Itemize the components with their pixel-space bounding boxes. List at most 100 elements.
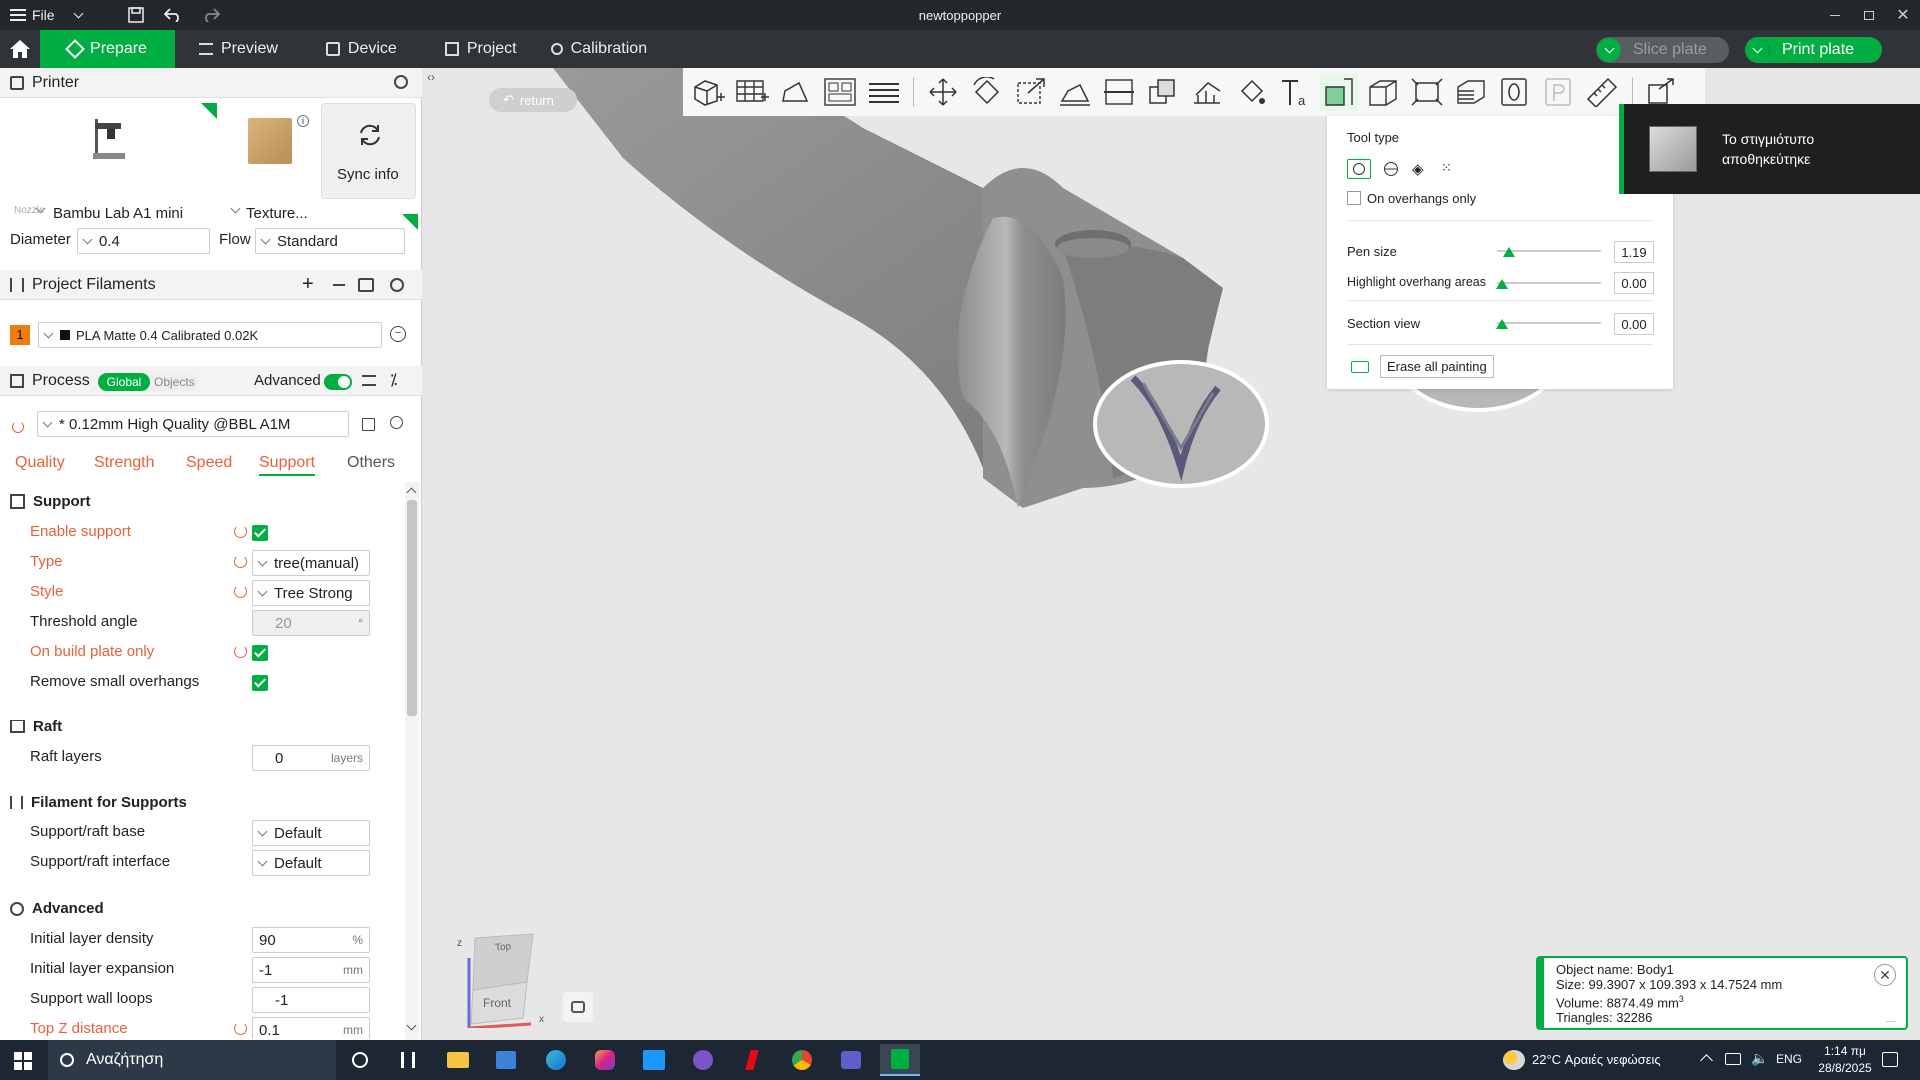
global-toggle-option[interactable]: Global [98,373,150,391]
clock-time[interactable]: 1:14 πμ [1817,1044,1873,1058]
network-icon[interactable] [1725,1053,1741,1065]
color-painting-icon[interactable] [1232,73,1270,111]
instagram-icon[interactable] [585,1044,625,1076]
scroll-up-icon[interactable] [406,487,417,498]
return-button[interactable]: ↶ return [489,88,577,112]
tab-quality[interactable]: Quality [15,454,65,472]
seam-painting-icon[interactable] [1320,73,1358,111]
weather-text[interactable]: 22°C Αραιές νεφώσεις [1532,1052,1661,1067]
arrange-icon[interactable] [821,73,859,111]
tab-device[interactable]: Device [302,30,421,68]
cut-icon[interactable] [1100,73,1138,111]
teams-icon[interactable] [831,1044,871,1076]
file-dropdown-chevron-icon[interactable] [65,0,100,30]
process-preset-select[interactable]: * 0.12mm High Quality @BBL A1M [37,411,349,437]
microsoft-store-icon[interactable] [486,1044,526,1076]
settings-scrollbar[interactable] [405,482,419,1040]
scroll-down-icon[interactable] [406,1020,417,1031]
pen-size-slider-knob[interactable] [1503,247,1516,257]
global-objects-toggle[interactable]: Global Objects [98,373,198,391]
rotate-icon[interactable] [968,73,1006,111]
slice-dropdown-icon[interactable] [1597,38,1621,62]
minimize-icon[interactable] [1818,0,1852,30]
build-plate-only-reset-icon[interactable] [234,645,247,658]
widgets-icon[interactable] [388,1044,428,1076]
scale-icon[interactable] [1012,73,1050,111]
printer-settings-gear-icon[interactable] [394,75,408,89]
circle-tool-icon[interactable] [1347,159,1371,179]
windows-start-icon[interactable] [14,1052,32,1070]
tab-others[interactable]: Others [347,454,395,472]
add-object-icon[interactable] [689,73,727,111]
save-icon[interactable] [118,0,154,30]
filament-list-item[interactable]: 1 PLA Matte 0.4 Calibrated 0.02K – [10,322,412,350]
slice-plate-button[interactable]: Slice plate [1596,37,1729,63]
initial-layer-density-input[interactable]: 90% [252,927,370,953]
edge-browser-icon[interactable] [536,1044,576,1076]
plate-zero-icon[interactable] [1496,73,1534,111]
file-explorer-icon[interactable] [438,1044,478,1076]
viber-icon[interactable] [683,1044,723,1076]
plate-card[interactable]: i Texture... [220,103,313,229]
highlight-overhang-slider-knob[interactable] [1496,279,1509,289]
home-icon[interactable] [0,30,40,68]
erase-all-painting-button[interactable]: Erase all painting [1380,355,1494,378]
filament-sync-icon[interactable] [358,278,374,292]
tab-preview[interactable]: Preview [175,30,302,68]
support-raft-base-select[interactable]: Default [252,820,370,846]
support-type-reset-icon[interactable] [234,555,247,568]
threshold-angle-input[interactable]: 20 ° [252,610,370,636]
enable-support-checkbox[interactable] [252,525,268,541]
info-close-icon[interactable]: ✕ [1874,964,1896,986]
section-view-input[interactable]: 0.00 [1614,313,1654,335]
gap-fill-tool-icon[interactable]: ⁙ [1441,160,1452,176]
section-view-slider[interactable] [1496,319,1601,329]
close-icon[interactable]: ✕ [1886,0,1920,30]
enable-support-reset-icon[interactable] [234,525,247,538]
support-wall-loops-input[interactable]: -1 [252,987,370,1013]
tab-prepare[interactable]: Prepare [40,30,175,68]
volume-icon[interactable]: 🔈 [1751,1050,1768,1067]
support-raft-interface-select[interactable]: Default [252,850,370,876]
sync-info-button[interactable]: Sync info [321,103,416,199]
process-compare-icon[interactable]: ⁒ [390,370,397,390]
input-language[interactable]: ENG [1776,1052,1802,1066]
3d-viewport[interactable]: ‹› ↶ return Top Front z x [423,68,1920,1040]
process-list-icon[interactable] [362,375,376,386]
move-icon[interactable] [924,73,962,111]
filament-select[interactable]: PLA Matte 0.4 Calibrated 0.02K [38,322,382,348]
tab-speed[interactable]: Speed [186,454,232,472]
ruler-icon[interactable] [1584,73,1622,111]
filament-settings-gear-icon[interactable] [390,278,404,292]
remove-filament-icon[interactable] [333,284,345,286]
bambu-studio-taskbar-icon[interactable] [880,1044,920,1076]
assembly-icon[interactable] [1408,73,1446,111]
tab-strength[interactable]: Strength [94,454,154,472]
pen-size-input[interactable]: 1.19 [1614,241,1654,263]
preset-search-icon[interactable] [390,416,403,429]
overhangs-only-checkbox[interactable] [1347,191,1361,205]
info-collapse-icon[interactable]: — [1886,1014,1896,1029]
lay-on-face-icon[interactable] [1056,73,1094,111]
tab-project[interactable]: Project [421,30,541,68]
add-plate-icon[interactable] [733,73,771,111]
diameter-select[interactable]: 0.4 [77,228,210,254]
keyboard-shortcuts-icon[interactable] [1351,361,1369,373]
netflix-icon[interactable] [732,1044,772,1076]
boolean-icon[interactable] [1144,73,1182,111]
undo-icon[interactable] [154,0,192,30]
top-z-distance-input[interactable]: 0.1 mm [252,1017,370,1039]
notifications-icon[interactable] [1882,1052,1898,1067]
support-style-reset-icon[interactable] [234,585,247,598]
restore-icon[interactable] [1852,0,1886,30]
text-tool-icon[interactable]: a [1276,73,1314,111]
flow-select[interactable]: Standard [255,228,405,254]
section-view-slider-knob[interactable] [1496,319,1509,329]
preset-save-icon[interactable] [362,418,375,431]
clock-date[interactable]: 28/8/2025 [1810,1061,1880,1075]
auto-orient-icon[interactable] [777,73,815,111]
screenshot-saved-toast[interactable]: Το στιγμιότυπο αποθηκεύτηκε [1619,104,1920,194]
sphere-tool-icon[interactable] [1384,162,1398,176]
tab-calibration[interactable]: Calibration [541,30,671,68]
layers-stack-icon[interactable] [1452,73,1490,111]
